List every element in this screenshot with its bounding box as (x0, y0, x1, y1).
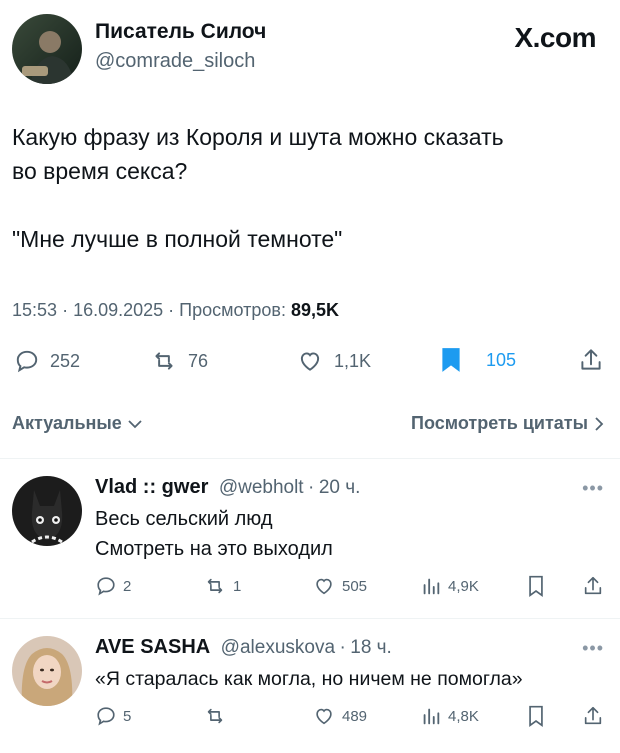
reply-reply-count: 2 (123, 577, 132, 595)
reply-time[interactable]: 20 ч. (319, 477, 361, 498)
reply-count: 252 (50, 350, 81, 371)
heart-icon (316, 578, 332, 595)
reply-like-count: 489 (342, 707, 368, 725)
meta-separator: · (308, 477, 315, 498)
share-icon (584, 576, 602, 595)
retweet-icon (207, 578, 223, 594)
reply-icon (97, 707, 115, 726)
reply-views-button[interactable]: 4,8K (420, 705, 479, 727)
reply-views-count: 4,8K (448, 707, 479, 725)
share-icon (581, 349, 601, 370)
author-handle[interactable]: @comrade_siloch (95, 50, 255, 73)
reply-avatar[interactable] (12, 476, 82, 546)
reply-share-button[interactable] (582, 574, 604, 598)
views-icon (423, 578, 440, 595)
views-count: 89,5K (290, 300, 340, 320)
bookmark-icon (529, 705, 543, 727)
view-quotes-label: Посмотреть цитаты (411, 413, 588, 433)
reply-reply-count: 5 (123, 707, 132, 725)
meta-separator: · (339, 637, 346, 658)
retweet-icon (155, 352, 173, 370)
bookmark-button[interactable]: 105 (440, 346, 516, 374)
reply-author-name[interactable]: AVE SASHA (95, 636, 210, 658)
retweet-button[interactable]: 76 (150, 348, 208, 374)
reply-avatar[interactable] (12, 636, 82, 706)
reply-text: «Я старалась как могла, но ничем не помо… (95, 668, 523, 690)
tweet-meta: 15:53 · 16.09.2025 · Просмотров: 89,5K (12, 300, 339, 321)
retweet-count: 76 (188, 350, 209, 371)
reply-like-button[interactable]: 505 (312, 575, 367, 597)
divider (0, 458, 620, 459)
divider (0, 618, 620, 619)
share-icon (584, 706, 602, 725)
reply-views-count: 4,9K (448, 577, 479, 595)
reply-author-handle[interactable]: @webholt (219, 477, 304, 498)
meta-separator: · (62, 300, 74, 320)
chevron-right-icon (595, 416, 604, 431)
reply-author-name[interactable]: Vlad :: gwer (95, 476, 208, 498)
bookmark-count: 105 (486, 349, 517, 370)
reply-share-button[interactable] (582, 704, 604, 728)
meta-separator: · (168, 300, 180, 320)
author-name[interactable]: Писатель Силоч (95, 20, 266, 44)
like-count: 1,1K (334, 350, 372, 371)
reply-button[interactable]: 252 (14, 348, 80, 374)
reply-bookmark-button[interactable] (527, 575, 545, 597)
tweet-text: Какую фразу из Короля и шута можно сказа… (12, 124, 504, 252)
reply-reply-button[interactable]: 2 (95, 575, 131, 597)
x-logo: X.com (514, 22, 596, 53)
view-quotes-link[interactable]: Посмотреть цитаты (411, 413, 604, 434)
sort-dropdown[interactable]: Актуальные (12, 413, 142, 434)
more-icon[interactable]: ••• (582, 638, 604, 659)
reply-like-button[interactable]: 489 (312, 705, 367, 727)
heart-icon (300, 352, 320, 371)
reply-like-count: 505 (342, 577, 368, 595)
reply-header: AVE SASHA @alexuskova · 18 ч. (95, 636, 392, 659)
bookmark-icon (442, 348, 460, 372)
more-icon[interactable]: ••• (582, 478, 604, 499)
views-label: Просмотров: (179, 300, 286, 320)
reply-reply-button[interactable]: 5 (95, 705, 131, 727)
bookmark-icon (529, 575, 543, 597)
reply-retweet-button[interactable]: 1 (203, 575, 241, 597)
reply-retweet-count: 1 (233, 577, 242, 595)
chevron-down-icon (128, 419, 142, 428)
reply-icon (97, 577, 115, 596)
reply-views-button[interactable]: 4,9K (420, 575, 479, 597)
reply-time[interactable]: 18 ч. (350, 637, 392, 658)
heart-icon (316, 708, 332, 725)
reply-author-handle[interactable]: @alexuskova (221, 637, 335, 658)
reply-header: Vlad :: gwer @webholt · 20 ч. (95, 476, 360, 499)
reply-text: Весь сельский люд Смотреть на это выходи… (95, 508, 333, 560)
share-button[interactable] (578, 346, 604, 374)
retweet-icon (207, 708, 223, 724)
reply-icon (16, 350, 38, 373)
views-icon (423, 708, 440, 725)
author-avatar[interactable] (12, 14, 82, 84)
like-button[interactable]: 1,1K (296, 348, 371, 374)
reply-bookmark-button[interactable] (527, 705, 545, 727)
reply-retweet-button[interactable] (203, 705, 233, 727)
tweet-date[interactable]: 16.09.2025 (73, 300, 163, 320)
sort-label: Актуальные (12, 413, 122, 433)
tweet-time[interactable]: 15:53 (12, 300, 57, 320)
